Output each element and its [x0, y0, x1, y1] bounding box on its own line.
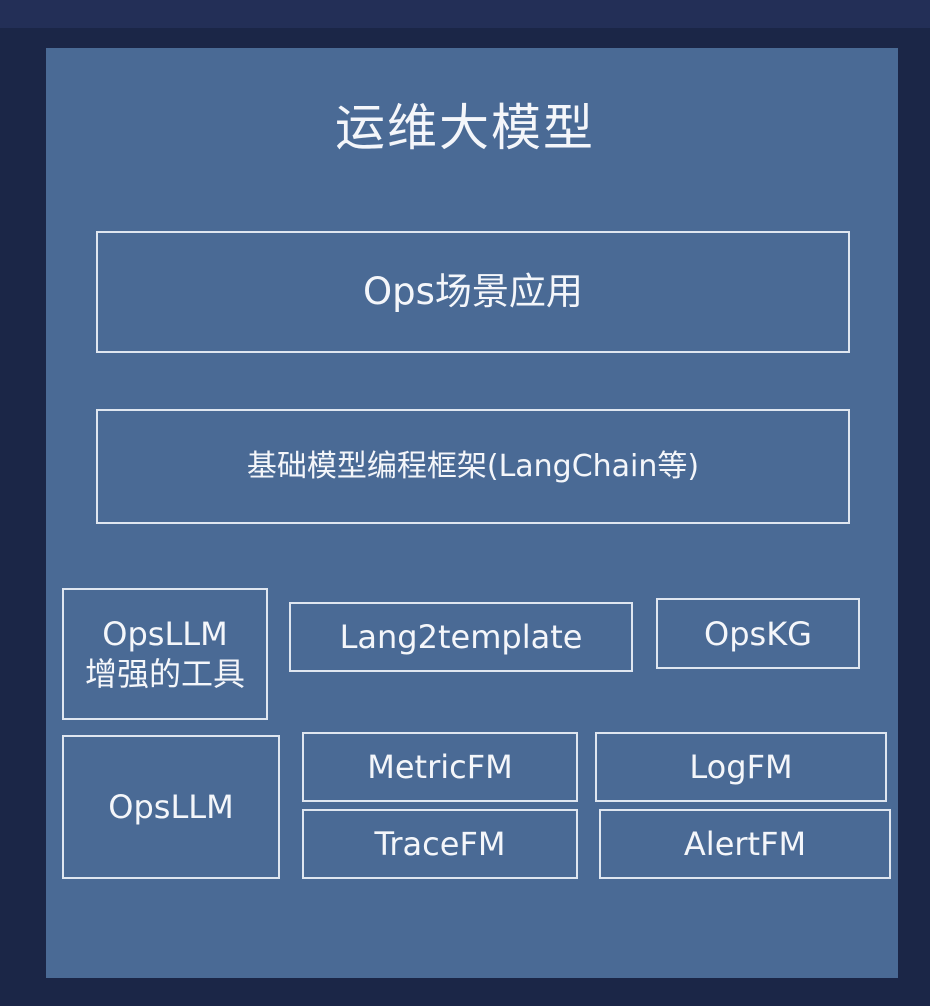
opsllm-label: OpsLLM	[108, 788, 234, 826]
application-layer-box: Ops场景应用	[96, 231, 850, 353]
logfm-box: LogFM	[595, 732, 887, 802]
top-strip	[0, 0, 930, 28]
opsllm-enhance-tools-box: OpsLLM 增强的工具	[62, 588, 268, 720]
logfm-label: LogFM	[689, 748, 793, 786]
opskg-label: OpsKG	[704, 614, 812, 653]
metricfm-label: MetricFM	[367, 748, 513, 786]
alertfm-label: AlertFM	[683, 825, 807, 863]
lang2template-label: Lang2template	[339, 618, 583, 656]
opsllm-box: OpsLLM	[62, 735, 280, 879]
opsllm-enhance-line1: OpsLLM	[102, 615, 228, 653]
lang2template-box: Lang2template	[289, 602, 633, 672]
opsllm-enhance-line2: 增强的工具	[84, 655, 245, 693]
tracefm-box: TraceFM	[302, 809, 578, 879]
opskg-box: OpsKG	[656, 598, 860, 669]
framework-layer-label: 基础模型编程框架(LangChain等)	[246, 448, 700, 484]
metricfm-box: MetricFM	[302, 732, 578, 802]
framework-layer-box: 基础模型编程框架(LangChain等)	[96, 409, 850, 524]
diagram-title: 运维大模型	[335, 99, 595, 157]
alertfm-box: AlertFM	[599, 809, 891, 879]
tracefm-label: TraceFM	[374, 825, 506, 863]
application-layer-label: Ops场景应用	[363, 269, 583, 313]
